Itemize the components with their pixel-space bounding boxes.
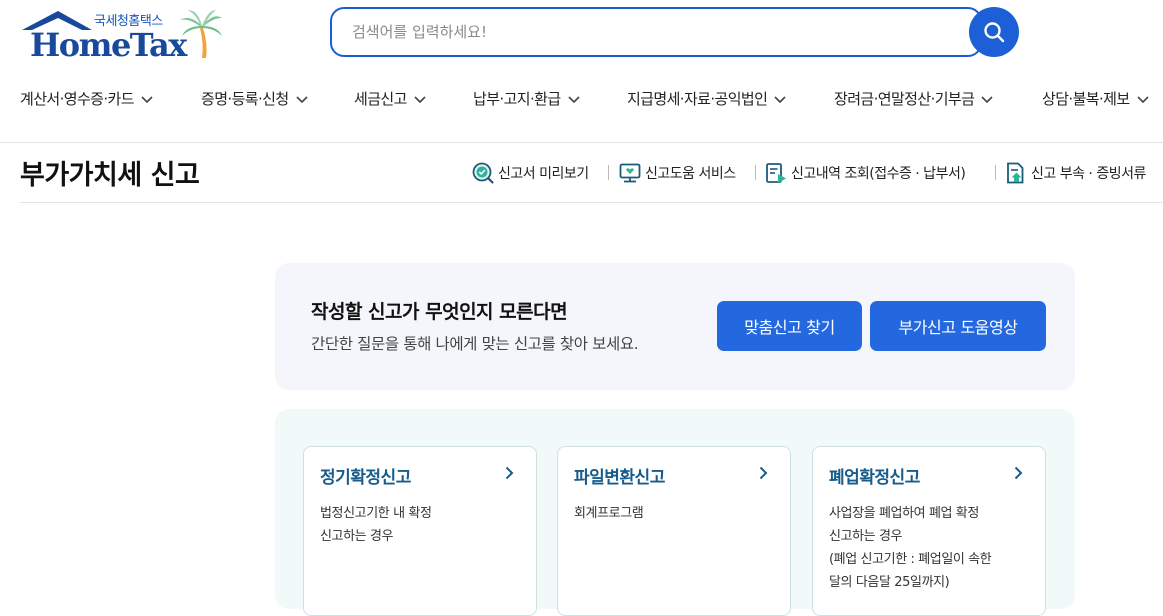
- card-description: 법정신고기한 내 확정 신고하는 경우: [320, 506, 432, 544]
- nav-item-tax-filing[interactable]: 세금신고: [354, 88, 426, 109]
- nav-item-incentives[interactable]: 장려금·연말정산·기부금: [834, 88, 993, 109]
- nav-item-label: 장려금·연말정산·기부금: [834, 90, 975, 108]
- card-closure-final-filing[interactable]: 폐업확정신고 사업장을 폐업하여 폐업 확정 신고하는 경우 (폐업 신고기한 …: [812, 446, 1046, 616]
- site-header: 국세청홈택스 HomeTax: [0, 0, 1163, 70]
- chevron-right-icon: [759, 466, 768, 480]
- monitor-heart-icon: [619, 163, 641, 183]
- chevron-down-icon: [414, 96, 426, 104]
- main-nav: 계산서·영수증·카드 증명·등록·신청 세금신고 납부·고지·환급 지급명세·자…: [0, 88, 1163, 114]
- util-supporting-documents[interactable]: 신고 부속 · 증빙서류: [1004, 160, 1146, 186]
- util-label: 신고내역 조회(접수증 · 납부서): [791, 166, 966, 182]
- chevron-right-icon: [1014, 466, 1023, 480]
- util-label: 신고서 미리보기: [498, 166, 589, 182]
- title-divider: [20, 202, 1163, 203]
- help-banner: 작성할 신고가 무엇인지 모른다면 간단한 질문을 통해 나에게 맞는 신고를 …: [275, 263, 1075, 390]
- nav-item-certificate[interactable]: 증명·등록·신청: [201, 88, 308, 109]
- chevron-down-icon: [1136, 96, 1149, 104]
- banner-title: 작성할 신고가 무엇인지 모른다면: [311, 301, 568, 323]
- find-custom-filing-button[interactable]: 맞춤신고 찾기: [717, 301, 862, 351]
- chevron-down-icon: [981, 96, 993, 104]
- chevron-right-icon: [505, 466, 514, 480]
- search-bar: [330, 7, 1020, 57]
- hometax-logo[interactable]: 국세청홈택스 HomeTax: [20, 8, 225, 64]
- util-filing-history[interactable]: 신고내역 조회(접수증 · 납부서): [764, 160, 966, 186]
- chevron-down-icon: [774, 96, 786, 104]
- chevron-down-icon: [567, 96, 580, 104]
- nav-item-payment[interactable]: 납부·고지·환급: [473, 88, 580, 109]
- nav-divider: [0, 142, 1163, 143]
- logo-wordmark: HomeTax: [30, 26, 187, 64]
- card-description: 사업장을 폐업하여 폐업 확정 신고하는 경우 (폐업 신고기한 : 폐업일이 …: [829, 506, 992, 590]
- nav-item-label: 증명·등록·신청: [201, 90, 289, 108]
- nav-item-label: 상담·불복·제보: [1042, 90, 1130, 108]
- search-box: [330, 7, 982, 57]
- card-description: 회계프로그램: [574, 506, 644, 521]
- nav-item-consulting[interactable]: 상담·불복·제보: [1042, 88, 1149, 109]
- magnifier-check-icon: [472, 162, 494, 184]
- card-title: 파일변환신고: [574, 468, 665, 488]
- util-label: 신고 부속 · 증빙서류: [1031, 166, 1146, 182]
- search-icon: [984, 22, 1005, 43]
- palm-tree-icon: [180, 10, 222, 58]
- page-title: 부가가치세 신고: [20, 160, 200, 191]
- util-separator: [995, 165, 996, 180]
- card-title: 폐업확정신고: [829, 468, 920, 488]
- card-regular-final-filing[interactable]: 정기확정신고 법정신고기한 내 확정 신고하는 경우: [303, 446, 537, 616]
- chevron-down-icon: [141, 96, 153, 104]
- filing-type-cards: 정기확정신고 법정신고기한 내 확정 신고하는 경우 파일변환신고 회계프로그램…: [275, 409, 1075, 616]
- chevron-down-icon: [295, 96, 308, 104]
- nav-item-invoice[interactable]: 계산서·영수증·카드: [20, 88, 153, 109]
- card-file-conversion-filing[interactable]: 파일변환신고 회계프로그램: [557, 446, 791, 616]
- search-button[interactable]: [969, 7, 1019, 57]
- banner-description: 간단한 질문을 통해 나에게 맞는 신고를 찾아 보세요.: [311, 335, 639, 353]
- search-input[interactable]: [352, 9, 952, 54]
- nav-item-statements[interactable]: 지급명세·자료·공익법인: [627, 88, 786, 109]
- nav-item-label: 계산서·영수증·카드: [20, 90, 135, 108]
- util-separator: [755, 165, 756, 180]
- document-play-icon: [766, 163, 786, 183]
- nav-item-label: 세금신고: [354, 90, 407, 108]
- card-title: 정기확정신고: [320, 468, 411, 488]
- util-preview-form[interactable]: 신고서 미리보기: [471, 160, 589, 186]
- nav-item-label: 지급명세·자료·공익법인: [627, 90, 768, 108]
- util-label: 신고도움 서비스: [645, 166, 736, 182]
- util-filing-help[interactable]: 신고도움 서비스: [618, 160, 736, 186]
- document-upload-icon: [1007, 162, 1024, 184]
- util-separator: [608, 165, 609, 180]
- vat-help-video-button[interactable]: 부가신고 도움영상: [870, 301, 1046, 351]
- nav-item-label: 납부·고지·환급: [473, 90, 561, 108]
